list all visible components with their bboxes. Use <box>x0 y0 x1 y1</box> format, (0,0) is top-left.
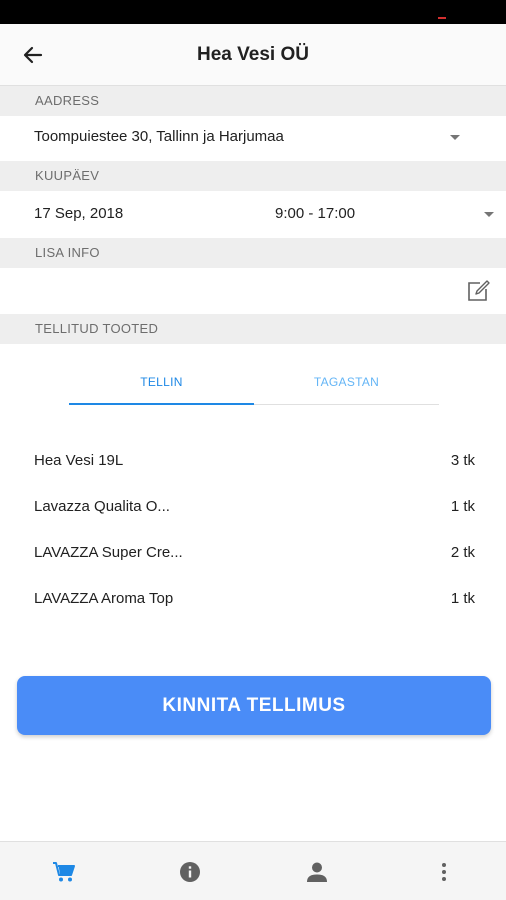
nav-cart[interactable] <box>44 842 84 900</box>
date-value: 17 Sep, 2018 <box>34 205 124 222</box>
date-header: KUUPÄEV <box>0 161 506 191</box>
tab-tellin[interactable]: TELLIN <box>69 368 254 405</box>
list-item[interactable]: LAVAZZA Super Cre... 2 tk <box>34 544 475 566</box>
status-bar <box>0 0 506 24</box>
date-select[interactable]: 17 Sep, 2018 9:00 - 17:00 <box>0 191 506 238</box>
confirm-order-button[interactable]: KINNITA TELLIMUS <box>17 676 491 735</box>
list-item[interactable]: Lavazza Qualita O... 1 tk <box>34 498 475 520</box>
nav-more[interactable] <box>424 842 464 900</box>
product-qty: 3 tk <box>450 452 475 469</box>
order-tabs: TELLIN TAGASTAN <box>69 368 439 405</box>
more-vert-icon <box>442 862 446 881</box>
time-range: 9:00 - 17:00 <box>275 205 356 222</box>
ordered-header: TELLITUD TOOTED <box>0 314 506 344</box>
product-qty: 1 tk <box>450 590 475 607</box>
nav-profile[interactable] <box>297 842 337 900</box>
nav-info[interactable] <box>170 842 210 900</box>
chevron-down-icon <box>450 135 460 140</box>
product-name: Hea Vesi 19L <box>34 452 124 469</box>
page-title: Hea Vesi OÜ <box>197 44 309 65</box>
product-name: LAVAZZA Super Cre... <box>34 544 183 561</box>
cart-icon <box>53 861 75 881</box>
product-qty: 2 tk <box>450 544 475 561</box>
product-name: LAVAZZA Aroma Top <box>34 590 174 607</box>
back-button[interactable] <box>18 40 48 70</box>
app-bar: Hea Vesi OÜ <box>0 24 506 86</box>
product-name: Lavazza Qualita O... <box>34 498 170 515</box>
tab-tagastan[interactable]: TAGASTAN <box>254 368 439 405</box>
list-item[interactable]: Hea Vesi 19L 3 tk <box>34 452 475 474</box>
person-icon <box>307 862 327 882</box>
address-select[interactable]: Toompuiestee 30, Tallinn ja Harjumaa <box>0 116 506 160</box>
list-item[interactable]: LAVAZZA Aroma Top 1 tk <box>34 590 475 612</box>
product-qty: 1 tk <box>450 498 475 515</box>
address-value: Toompuiestee 30, Tallinn ja Harjumaa <box>34 128 284 145</box>
chevron-down-icon <box>484 212 494 217</box>
info-field[interactable] <box>0 268 506 314</box>
edit-icon[interactable] <box>467 280 491 302</box>
address-header: AADRESS <box>0 86 506 116</box>
info-header: LISA INFO <box>0 238 506 268</box>
arrow-back-icon <box>23 46 43 64</box>
status-indicator <box>438 17 446 19</box>
info-icon <box>180 861 200 882</box>
bottom-nav <box>0 841 506 900</box>
